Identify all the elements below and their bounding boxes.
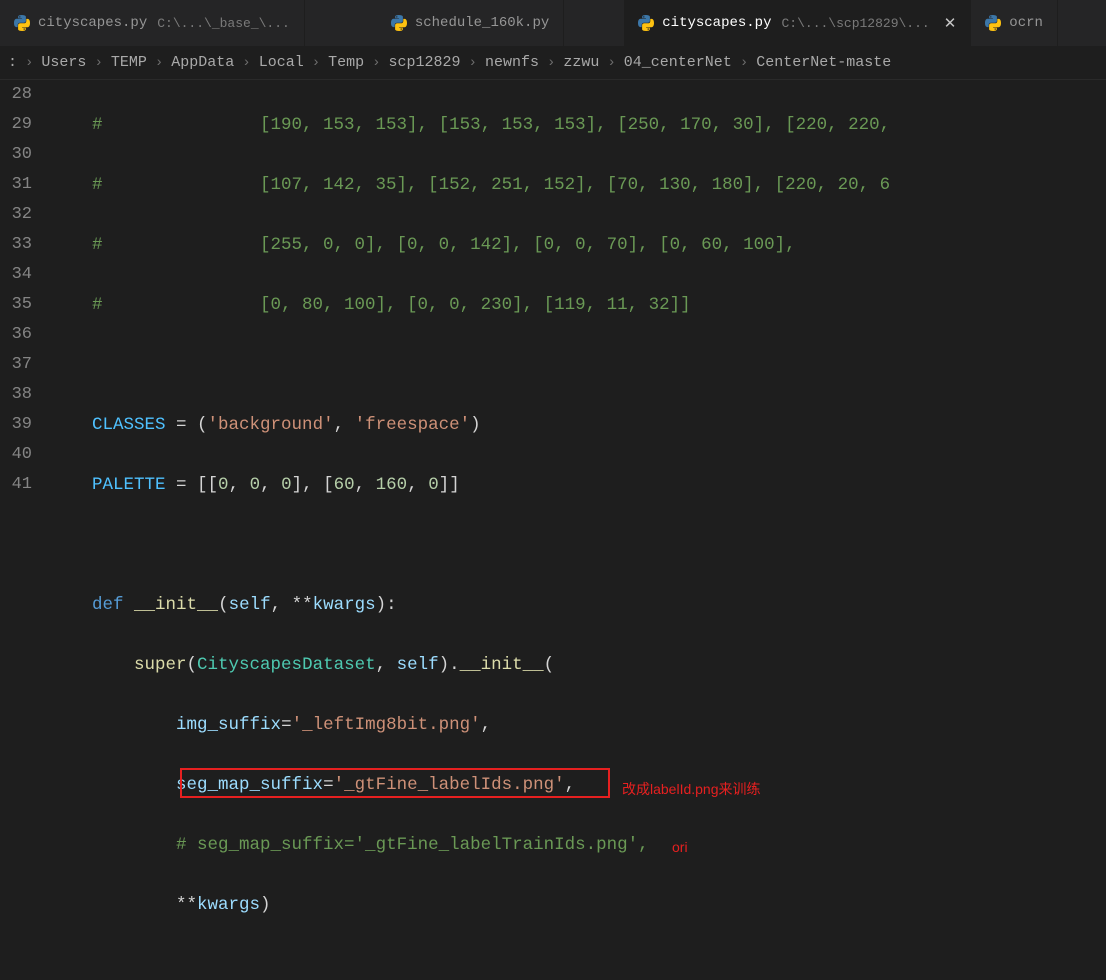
chevron-right-icon: › [368, 55, 384, 71]
breadcrumb[interactable]: :› Users› TEMP› AppData› Local› Temp› sc… [0, 46, 1106, 80]
line-number: 37 [0, 350, 32, 380]
bc-item[interactable]: : [8, 54, 17, 71]
tab-detail: C:\...\_base_\... [157, 16, 290, 31]
code-line: PALETTE = [[0, 0, 0], [60, 160, 0]] [50, 470, 1106, 500]
line-number: 30 [0, 140, 32, 170]
code-line: # [255, 0, 0], [0, 0, 142], [0, 0, 70], … [50, 230, 1106, 260]
chevron-right-icon: › [543, 55, 559, 71]
tab-label: cityscapes.py [662, 15, 771, 31]
close-icon[interactable]: ✕ [944, 14, 957, 33]
tab-cityscapes-scp[interactable]: cityscapes.py C:\...\scp12829\... ✕ [624, 0, 971, 46]
code-line: super(CityscapesDataset, self).__init__( [50, 650, 1106, 680]
python-icon [985, 15, 1001, 31]
line-number: 39 [0, 410, 32, 440]
line-number: 29 [0, 110, 32, 140]
chevron-right-icon: › [90, 55, 106, 71]
tab-label: ocrn [1009, 15, 1043, 31]
python-icon [638, 15, 654, 31]
code-content[interactable]: # [190, 153, 153], [153, 153, 153], [250… [50, 80, 1106, 560]
tab-label: schedule_160k.py [415, 15, 549, 31]
python-icon [14, 15, 30, 31]
code-line: # [190, 153, 153], [153, 153, 153], [250… [50, 110, 1106, 140]
bc-item[interactable]: Users [41, 54, 86, 71]
code-line: # [107, 142, 35], [152, 251, 152], [70, … [50, 170, 1106, 200]
chevron-right-icon: › [151, 55, 167, 71]
line-number: 36 [0, 320, 32, 350]
code-line [50, 530, 1106, 560]
line-number: 34 [0, 260, 32, 290]
tab-cityscapes-base[interactable]: cityscapes.py C:\...\_base_\... [0, 0, 305, 46]
tab-label: cityscapes.py [38, 15, 147, 31]
code-line: # [0, 80, 100], [0, 0, 230], [119, 11, 3… [50, 290, 1106, 320]
bc-item[interactable]: 04_centerNet [624, 54, 732, 71]
bc-item[interactable]: Temp [328, 54, 364, 71]
tab-detail: C:\...\scp12829\... [781, 16, 929, 31]
line-number: 28 [0, 80, 32, 110]
code-line: **kwargs) [50, 890, 1106, 920]
bc-item[interactable]: AppData [171, 54, 234, 71]
bc-item[interactable]: zzwu [563, 54, 599, 71]
line-number: 31 [0, 170, 32, 200]
line-number-gutter: 28 29 30 31 32 33 34 35 36 37 38 39 40 4… [0, 80, 50, 560]
chevron-right-icon: › [238, 55, 254, 71]
line-number: 33 [0, 230, 32, 260]
line-number: 41 [0, 470, 32, 500]
python-icon [391, 15, 407, 31]
line-number: 40 [0, 440, 32, 470]
chevron-right-icon: › [465, 55, 481, 71]
code-line: seg_map_suffix='_gtFine_labelIds.png',改成… [50, 770, 1106, 800]
tab-bar: cityscapes.py C:\...\_base_\... schedule… [0, 0, 1106, 46]
code-line: img_suffix='_leftImg8bit.png', [50, 710, 1106, 740]
chevron-right-icon: › [603, 55, 619, 71]
bc-item[interactable]: Local [259, 54, 304, 71]
code-line: def __init__(self, **kwargs): [50, 590, 1106, 620]
code-line [50, 350, 1106, 380]
chevron-right-icon: › [736, 55, 752, 71]
code-line: CLASSES = ('background', 'freespace') [50, 410, 1106, 440]
chevron-right-icon: › [308, 55, 324, 71]
bc-item[interactable]: scp12829 [389, 54, 461, 71]
bc-item[interactable]: newnfs [485, 54, 539, 71]
code-line: # seg_map_suffix='_gtFine_labelTrainIds.… [50, 830, 1106, 860]
annotation-text: 改成labelId.png来训练 [622, 774, 761, 804]
line-number: 35 [0, 290, 32, 320]
bc-item[interactable]: CenterNet-maste [756, 54, 891, 71]
bc-item[interactable]: TEMP [111, 54, 147, 71]
line-number: 32 [0, 200, 32, 230]
tab-ocrn[interactable]: ocrn [971, 0, 1058, 46]
chevron-right-icon: › [21, 55, 37, 71]
annotation-text: ori [672, 832, 688, 862]
tab-schedule[interactable]: schedule_160k.py [377, 0, 564, 46]
code-editor[interactable]: 28 29 30 31 32 33 34 35 36 37 38 39 40 4… [0, 80, 1106, 560]
line-number: 38 [0, 380, 32, 410]
